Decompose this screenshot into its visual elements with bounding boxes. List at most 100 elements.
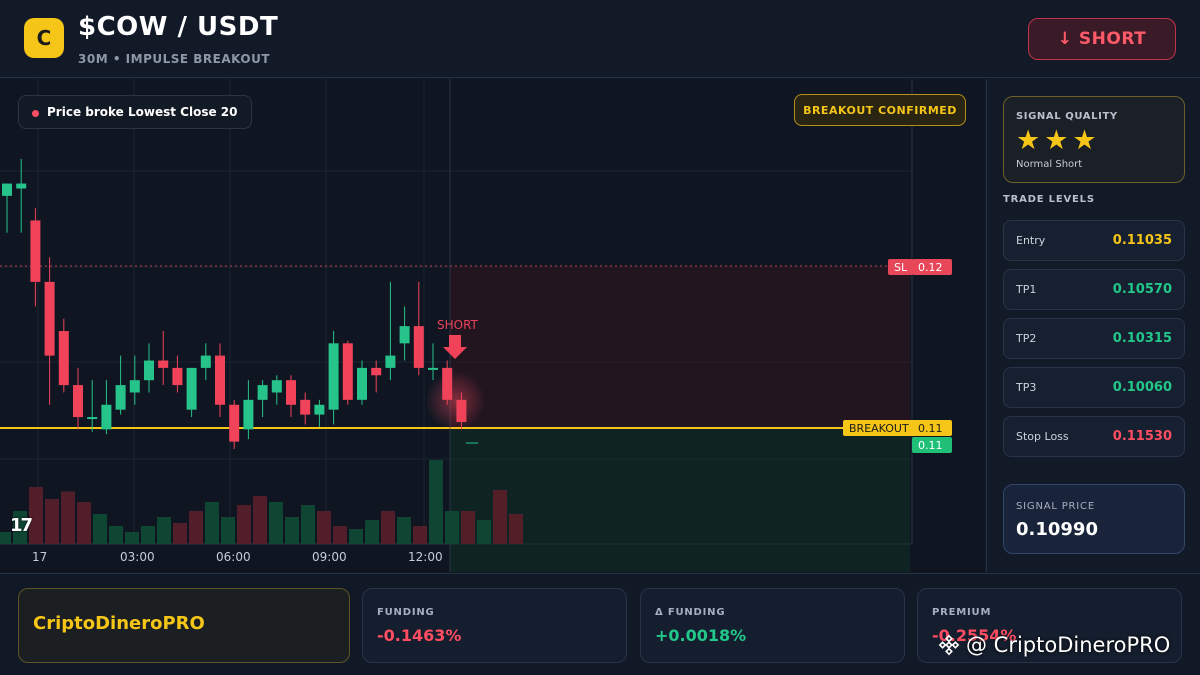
volume-bar [45,499,59,544]
level-value: 0.11035 [1112,233,1172,248]
volume-bar [397,517,411,544]
level-value: 0.10060 [1112,380,1172,395]
candle-body [30,220,41,282]
volume-bar [301,505,315,544]
price-chart[interactable]: Price broke Lowest Close 20 BREAKOUT CON… [0,79,985,572]
signal-price-value: 0.10990 [1016,519,1098,540]
breakout-price-tag: 0.11 [912,420,952,436]
coin-logo: C [24,18,64,58]
watermark-text: @ CriptoDineroPRO [966,633,1171,657]
volume-bar [317,511,331,544]
volume-bar [253,496,267,544]
candle-body [58,331,69,386]
short-button[interactable]: ↓ SHORT [1028,18,1176,60]
candle-body [144,360,154,381]
candle-body [342,343,353,400]
volume-bar [157,517,171,544]
signal-glow [425,371,485,431]
header: C $COW / USDT 30M • IMPULSE BREAKOUT ↓ S… [0,0,1200,78]
candle-body [243,399,254,430]
breakout-tag: BREAKOUT [843,420,915,436]
x-tick-label: 12:00 [408,550,443,564]
volume-bar [509,514,523,544]
volume-bar [189,511,203,544]
volume-bar [445,511,459,544]
signal-quality-label: SIGNAL QUALITY [1016,111,1118,122]
candle-body [385,355,396,368]
signal-pill-text: Price broke Lowest Close 20 [47,105,238,119]
volume-bar [221,517,235,544]
candle-body [286,380,296,405]
level-tp1: TP1 0.10570 [1003,269,1185,310]
volume-bar [269,502,283,544]
volume-bar [349,529,363,544]
binance-icon [938,634,960,656]
candle-body [357,367,367,400]
volume-bar [461,511,475,544]
volume-bar [61,491,75,544]
level-name: TP3 [1016,381,1037,394]
short-marker-label: SHORT [437,318,478,332]
funding-card: FUNDING -0.1463% [362,588,627,663]
level-name: TP1 [1016,283,1037,296]
candle-body [200,355,211,368]
footer: CriptoDineroPRO FUNDING -0.1463% Δ FUNDI… [0,573,1200,675]
volume-bar [29,487,43,544]
signal-type: Normal Short [1016,159,1083,170]
candle-body [115,385,126,410]
volume-bar [429,460,443,544]
tradingview-logo: 17 [10,515,33,536]
stop-loss-zone [450,266,910,428]
level-value: 0.11530 [1112,429,1172,444]
volume-bar [477,520,491,544]
candle-body [186,367,197,410]
volume-bar [381,511,395,544]
level-value: 0.10315 [1112,331,1172,346]
stat-label: Δ FUNDING [655,607,726,618]
x-tick-label: 03:00 [120,550,155,564]
level-name: Entry [1016,234,1046,247]
brand-card: CriptoDineroPRO [18,588,350,663]
sl-tag: SL [888,259,914,275]
pair-subtitle: 30M • IMPULSE BREAKOUT [78,52,271,66]
candle-body [158,360,169,368]
candle-body [101,404,112,430]
candle-body [300,399,311,415]
candle-body [16,183,27,189]
signal-price-card: SIGNAL PRICE 0.10990 [1003,484,1185,554]
breakout-confirmed-badge: BREAKOUT CONFIRMED [794,94,966,126]
alert-dot-icon [32,110,39,117]
volume-bar [285,517,299,544]
volume-bar [365,520,379,544]
pair-title: $COW / USDT [78,12,279,42]
candle-body [456,399,467,422]
candle-body [314,404,325,415]
volume-bar [141,526,155,544]
stat-value: +0.0018% [655,626,747,645]
signal-price-label: SIGNAL PRICE [1016,501,1095,512]
level-value: 0.10570 [1112,282,1172,297]
volume-bar [93,514,107,544]
candle-body [257,385,268,400]
signal-quality-card: SIGNAL QUALITY ★★★ Normal Short [1003,96,1185,183]
candle-body [129,380,140,393]
x-tick-label: 09:00 [312,550,347,564]
level-name: Stop Loss [1016,430,1069,443]
candle-body [229,404,240,442]
level-tp2: TP2 0.10315 [1003,318,1185,359]
volume-bar [125,532,139,544]
candle-body [271,380,282,393]
stat-value: -0.1463% [377,626,462,645]
volume-bar [205,502,219,544]
stat-label: FUNDING [377,607,435,618]
candle-body [2,183,12,196]
candlestick-chart [0,79,913,572]
star-rating-icon: ★★★ [1016,125,1101,156]
volume-bar [109,526,123,544]
candle-body [328,343,339,410]
candle-body [73,385,83,418]
sl-price-tag: 0.12 [912,259,952,275]
volume-bar [413,526,427,544]
signal-panel: SIGNAL QUALITY ★★★ Normal Short TRADE LE… [986,79,1200,572]
volume-bar [237,505,251,544]
